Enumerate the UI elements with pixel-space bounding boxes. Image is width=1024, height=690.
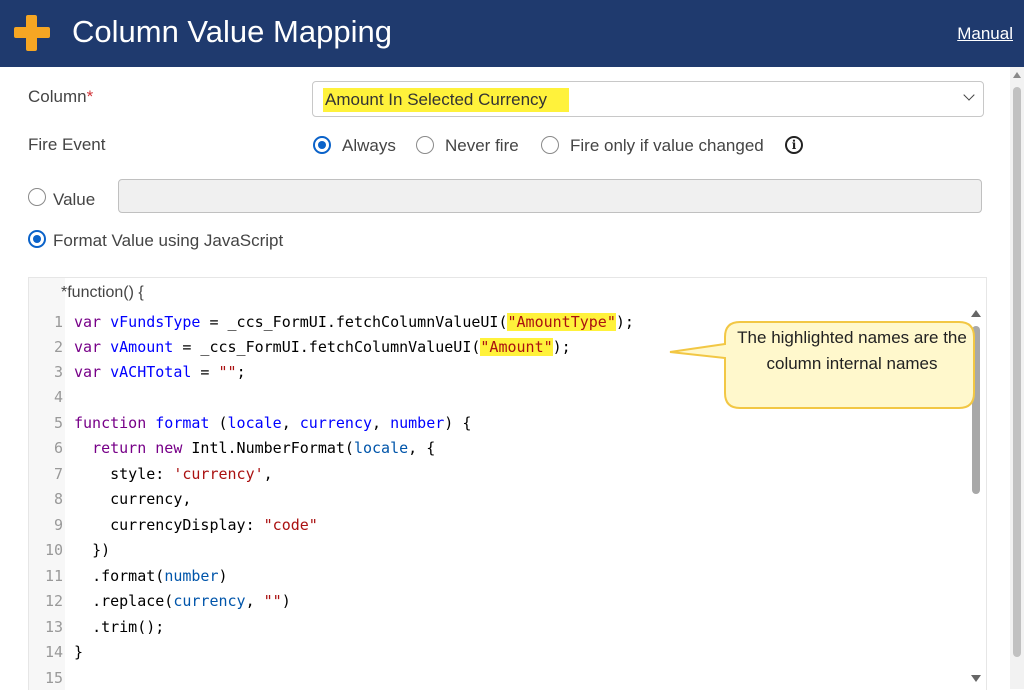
page-scrollbar[interactable] (1010, 67, 1024, 689)
required-mark: * (86, 87, 94, 106)
scroll-up-arrow-icon[interactable] (971, 310, 981, 317)
fire-event-label: Fire Event (28, 135, 106, 154)
line-number: 8 (53, 490, 63, 508)
line-number: 3 (53, 363, 63, 381)
value-label[interactable]: Value (53, 190, 95, 210)
line-number: 6 (53, 439, 63, 457)
fire-never-radio[interactable] (416, 136, 434, 154)
line-number: 4 (53, 388, 63, 406)
app-header: Column Value Mapping Manual (0, 0, 1024, 67)
line-number: 13 (44, 618, 63, 636)
page-scrollbar-thumb[interactable] (1013, 87, 1021, 657)
line-number: 7 (53, 465, 63, 483)
line-number: 2 (53, 338, 63, 356)
chevron-down-icon (963, 89, 975, 101)
fire-always-radio[interactable] (313, 136, 331, 154)
column-select[interactable]: Amount In Selected Currency (312, 81, 984, 117)
column-select-value: Amount In Selected Currency (323, 88, 570, 112)
fire-always-label[interactable]: Always (342, 136, 396, 156)
format-js-radio[interactable] (28, 230, 46, 248)
value-radio[interactable] (28, 188, 46, 206)
line-number: 9 (53, 516, 63, 534)
fire-if-changed-radio[interactable] (541, 136, 559, 154)
page-title: Column Value Mapping (72, 14, 392, 49)
plus-icon (14, 15, 50, 51)
highlighted-column-name: "Amount" (480, 338, 553, 356)
line-number: 1 (53, 313, 63, 331)
scroll-down-arrow-icon[interactable] (971, 675, 981, 682)
line-number: 5 (53, 414, 63, 432)
function-header: *function() { (61, 284, 144, 301)
line-number: 15 (44, 669, 63, 687)
value-input[interactable] (118, 179, 982, 213)
annotation-callout: The highlighted names are the column int… (669, 320, 979, 412)
line-number: 14 (44, 643, 63, 661)
scroll-up-arrow-icon[interactable] (1013, 72, 1021, 78)
fire-never-label[interactable]: Never fire (445, 136, 519, 156)
fire-if-changed-label[interactable]: Fire only if value changed (570, 136, 764, 156)
manual-link[interactable]: Manual (957, 24, 1013, 44)
line-number: 11 (44, 567, 63, 585)
info-icon[interactable]: i (785, 136, 803, 154)
format-js-label[interactable]: Format Value using JavaScript (53, 231, 283, 251)
callout-text: The highlighted names are the column int… (737, 328, 967, 373)
column-label: Column* (28, 87, 94, 106)
line-number: 12 (44, 592, 63, 610)
line-number: 10 (44, 541, 63, 559)
highlighted-column-name: "AmountType" (507, 313, 616, 331)
